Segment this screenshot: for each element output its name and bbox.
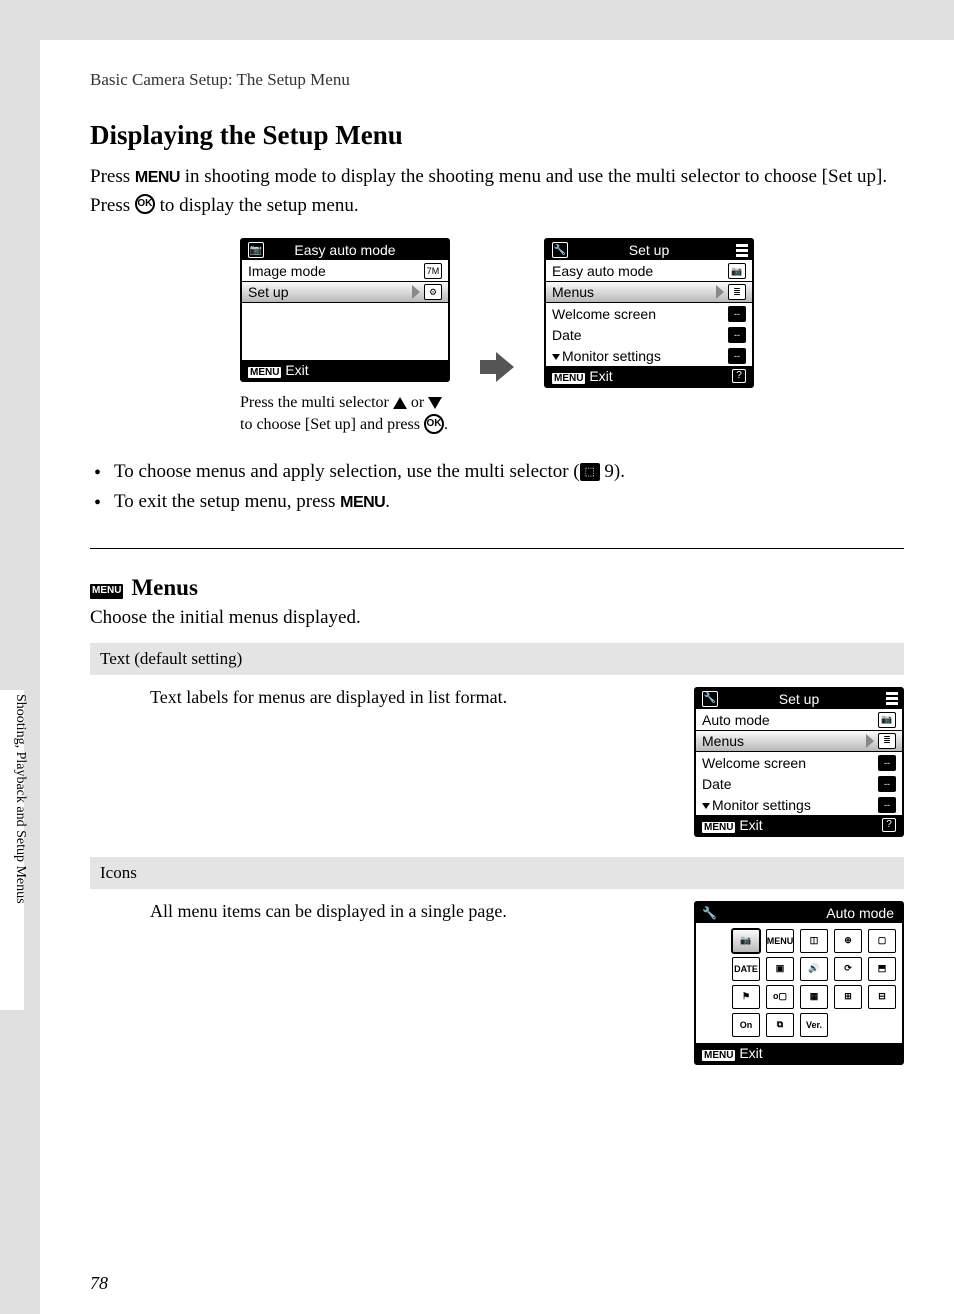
scroll-indicator-icon [736,244,748,257]
menu-icon-cell: ▢ [868,929,896,953]
ok-button-icon: OK [424,414,444,434]
arrow-right-icon [480,352,514,382]
side-tab-label: Shooting, Playback and Setup Menus [8,694,28,1004]
screens-row: 📷 Easy auto mode Image mode 7M Set up ⚙ … [90,238,904,437]
menu-icon-cell: ⬒ [868,957,896,981]
lcd-setup-menu: 🔧 Set up Easy auto mode📷 Menus≣ Welcome … [544,238,754,388]
menu-icon-cell: ⟳ [834,957,862,981]
menus-description: Choose the initial menus displayed. [90,607,904,629]
lcd-setup-icon-mode: 🔧 Auto mode 📷MENU◫⊕▢DATE▣🔊⟳⬒⚑o▢▦⊞⊟On⧉Ver… [694,901,904,1065]
down-arrow-icon [428,397,442,409]
breadcrumb: Basic Camera Setup: The Setup Menu [90,70,904,90]
camera-icon: 📷 [248,242,264,258]
side-tab: Shooting, Playback and Setup Menus [0,690,40,1050]
page-title: Displaying the Setup Menu [90,120,904,151]
more-below-icon [552,354,560,360]
camera-icon: 📷 [878,712,896,728]
image-mode-icon: 7M [424,263,442,279]
menu-icon-cell: ⧉ [766,1013,794,1037]
manual-page: Basic Camera Setup: The Setup Menu Displ… [40,40,954,1314]
list-icon: ≣ [878,733,896,749]
help-icon: ? [732,369,746,383]
menu-icon-cell: ⚑ [732,985,760,1009]
menu-icon-cell: ◫ [800,929,828,953]
menu-icon-cell: o▢ [766,985,794,1009]
menu-icon-cell: Ver. [800,1013,828,1037]
lcd-shooting-menu: 📷 Easy auto mode Image mode 7M Set up ⚙ … [240,238,450,382]
menu-icon-cell [868,1013,896,1037]
camera-icon: 📷 [728,263,746,279]
option-header-text: Text (default setting) [90,643,904,675]
menu-icon-cell: ⊞ [834,985,862,1009]
page-ref-icon: ⬚ [580,463,600,481]
menu-icon-cell [834,1013,862,1037]
bullet-list: To choose menus and apply selection, use… [90,457,904,518]
intro-paragraph: Press MENU in shooting mode to display t… [90,163,904,220]
bullet-item: To exit the setup menu, press MENU. [90,487,904,517]
wrench-icon: 🔧 [552,242,568,258]
menu-icon-cell: ⊕ [834,929,862,953]
ok-button-icon: OK [135,194,155,214]
icon-grid: 📷MENU◫⊕▢ DATE▣🔊⟳⬒ ⚑o▢▦⊞⊟ On⧉Ver. [696,923,902,1043]
help-icon: ? [882,818,896,832]
up-arrow-icon [393,397,407,409]
menu-icon-cell: ⊟ [868,985,896,1009]
menu-button-label: MENU [135,166,180,190]
menu-icon: MENU [90,584,123,599]
menu-icon-cell: ▦ [800,985,828,1009]
more-below-icon [702,803,710,809]
menu-icon-cell: MENU [766,929,794,953]
menu-button-label: MENU [340,490,385,516]
lcd-setup-text-mode: 🔧 Set up Auto mode📷 Menus≣ Welcome scree… [694,687,904,837]
menu-label-box: MENU [248,367,281,378]
divider [90,548,904,549]
wrench-icon: 🔧 [702,691,718,707]
bullet-item: To choose menus and apply selection, use… [90,457,904,487]
menu-icon-cell: On [732,1013,760,1037]
wrench-icon: 🔧 [702,906,716,920]
option-body-icons: All menu items can be displayed in a sin… [90,889,904,1085]
scroll-indicator-icon [886,692,898,705]
option-body-text: Text labels for menus are displayed in l… [90,675,904,857]
option-header-icons: Icons [90,857,904,889]
menu-icon-cell: ▣ [766,957,794,981]
lcd-caption: Press the multi selector or to choose [S… [240,392,450,437]
list-icon: ≣ [728,284,746,300]
setup-icon: ⚙ [424,284,442,300]
page-number: 78 [90,1273,108,1294]
menu-icon-cell: 🔊 [800,957,828,981]
menus-heading: MENU Menus [90,575,904,601]
menu-icon-cell: 📷 [732,929,760,953]
menu-icon-cell: DATE [732,957,760,981]
